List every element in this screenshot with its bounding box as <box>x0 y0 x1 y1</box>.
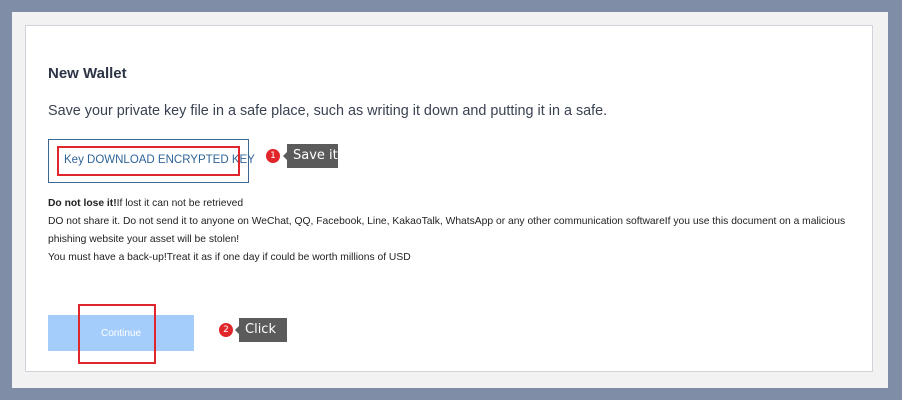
warning-line-1-rest: If lost it can not be retrieved <box>116 198 244 209</box>
annotation-badge-1: 1 <box>266 149 280 163</box>
warning-line-1: Do not lose it!If lost it can not be ret… <box>48 195 848 213</box>
continue-button[interactable]: Continue <box>48 315 194 351</box>
warnings-block: Do not lose it!If lost it can not be ret… <box>48 195 848 267</box>
warning-line-2: DO not share it. Do not send it to anyon… <box>48 216 846 245</box>
annotation-badge-2: 2 <box>219 323 233 337</box>
page-title: New Wallet <box>48 65 127 82</box>
annotation-tooltip-click: Click <box>235 318 287 342</box>
warning-bold: Do not lose it! <box>48 198 117 209</box>
annotation-tooltip-save: Save it <box>283 144 338 168</box>
page-subtitle: Save your private key file in a safe pla… <box>48 103 608 119</box>
download-encrypted-key-link[interactable]: Key DOWNLOAD ENCRYPTED KEY <box>64 154 255 166</box>
warning-line-3: You must have a back-up!Treat it as if o… <box>48 252 411 263</box>
